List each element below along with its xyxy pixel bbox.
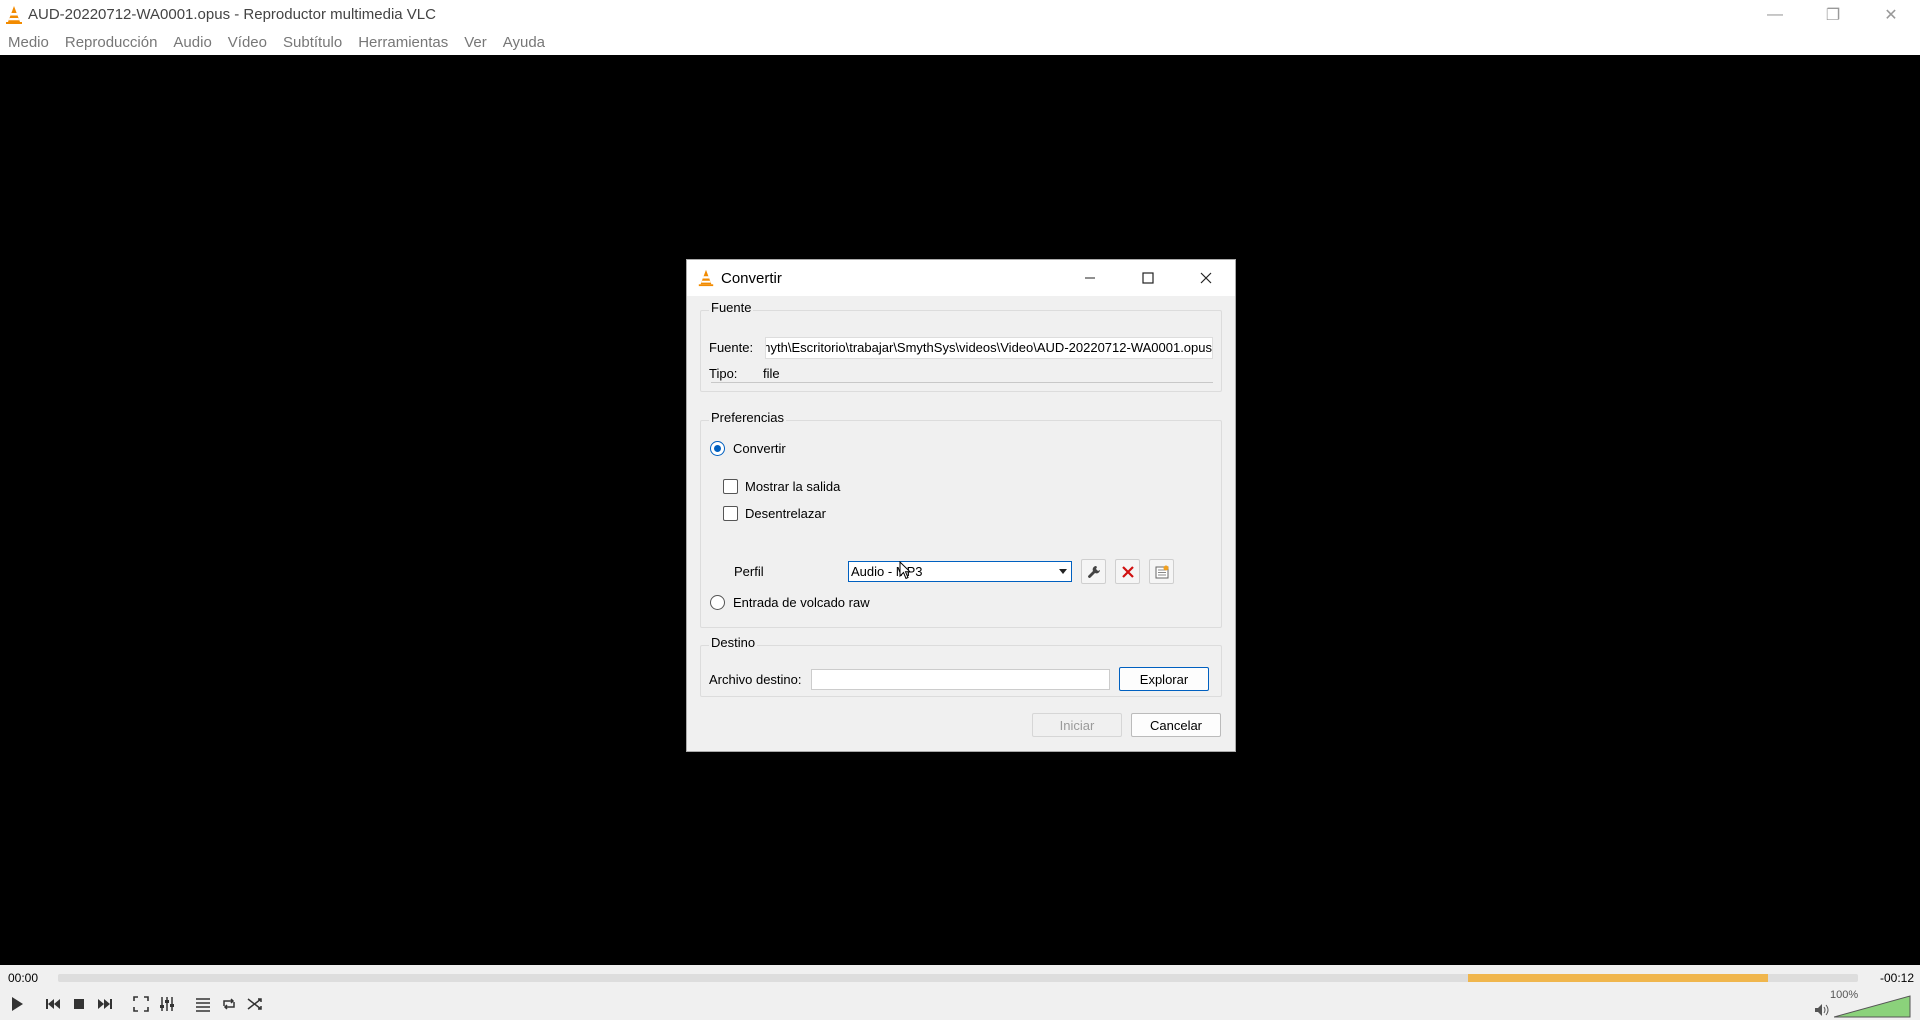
dialog-minimize-button[interactable] (1061, 260, 1119, 296)
stop-button[interactable] (66, 992, 92, 1016)
menu-herramientas[interactable]: Herramientas (358, 34, 448, 51)
profile-label: Perfil (734, 564, 764, 579)
wrench-icon (1087, 565, 1100, 578)
show-output-checkbox[interactable] (723, 479, 738, 494)
menu-reproduccion[interactable]: Reproducción (65, 34, 158, 51)
time-elapsed: 00:00 (8, 971, 39, 985)
type-value: file (763, 366, 780, 381)
next-button[interactable] (92, 992, 118, 1016)
window-title: AUD-20220712-WA0001.opus - Reproductor m… (28, 6, 436, 23)
mouse-cursor-icon (899, 561, 911, 580)
cancel-button[interactable]: Cancelar (1131, 713, 1221, 737)
playlist-button[interactable] (190, 992, 216, 1016)
show-output-label[interactable]: Mostrar la salida (745, 479, 840, 494)
convert-radio[interactable] (710, 441, 725, 456)
edit-profile-button[interactable] (1081, 559, 1106, 584)
vlc-cone-icon (6, 5, 22, 24)
dialog-close-button[interactable] (1177, 260, 1235, 296)
minimize-icon: — (1767, 5, 1783, 23)
dialog-title: Convertir (721, 269, 782, 287)
sliders-icon (160, 997, 174, 1011)
fullscreen-icon (133, 996, 149, 1012)
previous-button[interactable] (40, 992, 66, 1016)
minimize-icon (1085, 277, 1095, 279)
type-label: Tipo: (709, 366, 738, 381)
shuffle-icon (247, 998, 262, 1010)
minimize-button[interactable]: — (1746, 0, 1804, 29)
dest-file-input[interactable] (811, 669, 1110, 690)
menu-ver[interactable]: Ver (464, 34, 487, 51)
deinterlace-checkbox[interactable] (723, 506, 738, 521)
new-profile-button[interactable] (1149, 559, 1174, 584)
play-icon (12, 997, 23, 1011)
fullscreen-button[interactable] (128, 992, 154, 1016)
player-controls: 00:00 -00:12 100% (0, 965, 1920, 1020)
time-remaining[interactable]: -00:12 (1880, 971, 1914, 985)
start-button[interactable]: Iniciar (1032, 713, 1122, 737)
menu-subtitulo[interactable]: Subtítulo (283, 34, 342, 51)
menu-ayuda[interactable]: Ayuda (503, 34, 545, 51)
seek-bar[interactable] (58, 974, 1858, 982)
preferences-group-title: Preferencias (709, 410, 786, 425)
source-separator (711, 382, 1213, 383)
shuffle-button[interactable] (242, 992, 268, 1016)
destination-group: Destino Archivo destino: Explorar (700, 635, 1222, 697)
convert-dialog: Convertir Fuente Fuente: C:\Users\Smyth\… (686, 259, 1236, 752)
playlist-icon (196, 998, 210, 1012)
restore-button[interactable]: ❐ (1804, 0, 1862, 29)
extended-settings-button[interactable] (154, 992, 180, 1016)
seek-buffer (1468, 974, 1768, 982)
source-group-title: Fuente (709, 300, 754, 315)
dialog-title-bar: Convertir (687, 260, 1235, 296)
profile-select[interactable]: Audio - MP3 (848, 561, 1072, 582)
next-icon (98, 999, 112, 1009)
deinterlace-label[interactable]: Desentrelazar (745, 506, 826, 521)
raw-dump-radio[interactable] (710, 595, 725, 610)
delete-profile-button[interactable] (1115, 559, 1140, 584)
delete-icon (1121, 565, 1134, 578)
menu-medio[interactable]: Medio (8, 34, 49, 51)
close-icon (1200, 272, 1212, 284)
loop-icon (223, 998, 235, 1010)
vlc-cone-icon (698, 269, 714, 287)
raw-dump-radio-label[interactable]: Entrada de volcado raw (733, 595, 870, 610)
menu-bar: Medio Reproducción Audio Vídeo Subtítulo… (0, 29, 1920, 55)
previous-icon (46, 999, 60, 1009)
browse-button[interactable]: Explorar (1119, 667, 1209, 691)
source-path-field[interactable]: C:\Users\Smyth\Escritorio\trabajar\Smyth… (765, 337, 1213, 359)
restore-icon: ❐ (1825, 6, 1841, 24)
new-profile-icon (1155, 565, 1168, 578)
play-button[interactable] (4, 992, 30, 1016)
menu-audio[interactable]: Audio (173, 34, 211, 51)
convert-radio-label[interactable]: Convertir (733, 441, 786, 456)
loop-button[interactable] (216, 992, 242, 1016)
volume-control[interactable]: 100% (1814, 989, 1914, 1018)
stop-icon (74, 999, 84, 1009)
title-bar: AUD-20220712-WA0001.opus - Reproductor m… (0, 0, 1920, 29)
destination-group-title: Destino (709, 635, 758, 650)
source-path: C:\Users\Smyth\Escritorio\trabajar\Smyth… (765, 340, 1212, 355)
source-group: Fuente Fuente: C:\Users\Smyth\Escritorio… (700, 300, 1222, 392)
dialog-maximize-button[interactable] (1119, 260, 1177, 296)
dest-file-label: Archivo destino: (709, 672, 802, 687)
chevron-down-icon (1059, 569, 1067, 574)
source-label: Fuente: (709, 340, 754, 355)
close-icon: ✕ (1884, 6, 1898, 24)
volume-level: 100% (1830, 989, 1859, 1001)
maximize-icon (1142, 272, 1154, 284)
close-button[interactable]: ✕ (1862, 0, 1920, 29)
speaker-icon[interactable] (1814, 1003, 1830, 1017)
preferences-group: Preferencias Convertir Mostrar la salida… (700, 410, 1222, 628)
menu-video[interactable]: Vídeo (228, 34, 267, 51)
profile-selected-value: Audio - MP3 (851, 564, 923, 579)
